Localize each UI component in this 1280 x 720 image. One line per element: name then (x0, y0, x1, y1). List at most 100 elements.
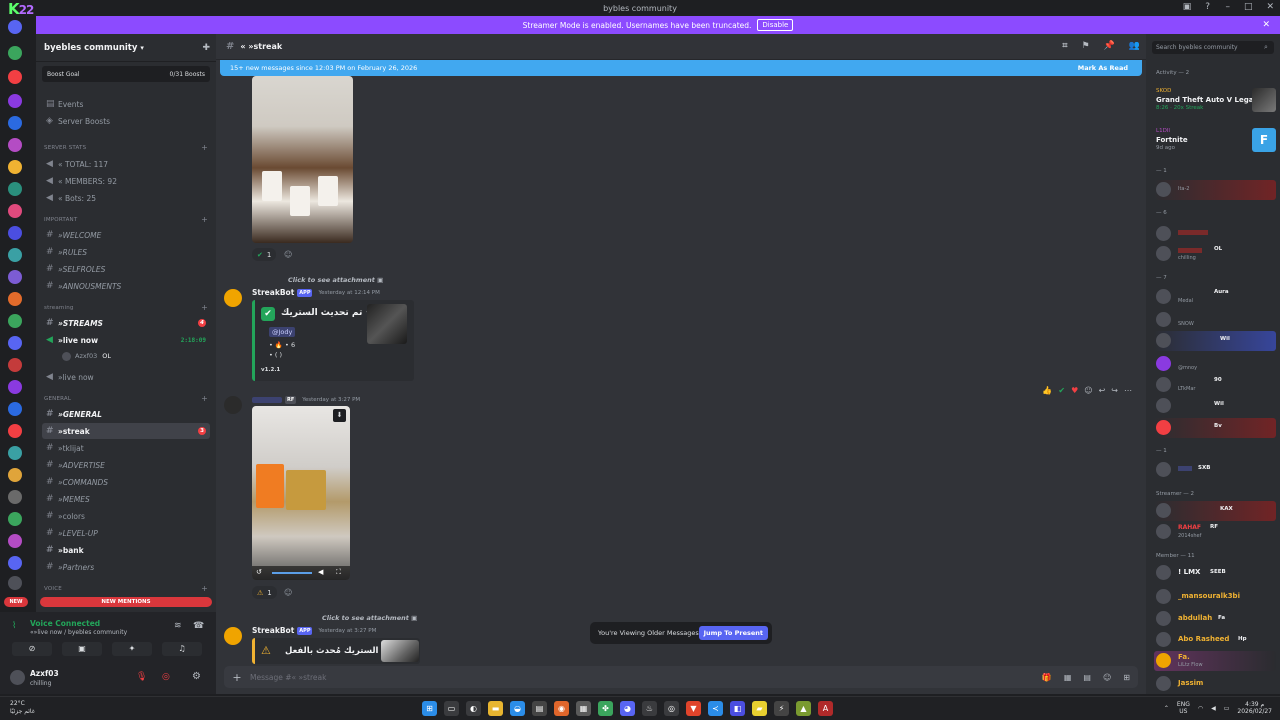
user-avatar[interactable] (10, 670, 25, 685)
disconnect-icon[interactable]: ☎ (193, 621, 204, 631)
app-icon[interactable]: ▦ (576, 701, 591, 716)
server-icon[interactable] (8, 446, 22, 460)
server-icon[interactable] (8, 424, 22, 438)
windows-start-icon[interactable]: ⊞ (422, 701, 437, 716)
server-icon[interactable] (8, 336, 22, 350)
embed-mention[interactable]: @Jody (269, 327, 296, 337)
user-name[interactable]: Azxf03 (30, 669, 59, 678)
channel-general[interactable]: # »GENERAL (42, 406, 210, 422)
sticker-icon[interactable]: ▤ (1083, 673, 1091, 682)
message-author[interactable]: StreakBot APP Yesterday at 3:27 PM (252, 626, 376, 635)
discord-icon[interactable]: ◕ (620, 701, 635, 716)
channel-stat[interactable]: ◀ « Bots: 25 (42, 190, 210, 206)
help-icon[interactable]: ? (1205, 2, 1210, 12)
reply-icon[interactable]: ↩ (1099, 386, 1106, 395)
server-icon[interactable] (8, 160, 22, 174)
volume-icon[interactable]: ◀ (318, 568, 323, 576)
search-input[interactable]: Search byebles community (1152, 41, 1274, 54)
server-icon[interactable] (8, 576, 22, 590)
check-reaction-icon[interactable]: ✔ (1058, 386, 1065, 395)
server-icon[interactable] (8, 556, 22, 570)
invite-icon[interactable]: ✚ (202, 43, 210, 53)
add-reaction-icon[interactable]: ☺ (284, 250, 292, 259)
app-icon[interactable]: ▲ (796, 701, 811, 716)
channel-memes[interactable]: # »MEMES (42, 491, 210, 507)
server-icon[interactable] (8, 46, 22, 60)
add-channel-icon[interactable]: + (201, 303, 208, 312)
video-progress[interactable] (272, 572, 312, 574)
server-icon[interactable] (8, 116, 22, 130)
member-row[interactable]: ! LMX SEEB (1154, 563, 1276, 583)
reply-preview[interactable]: Click to see attachment ▣ (288, 276, 383, 284)
add-channel-icon[interactable]: + (201, 215, 208, 224)
category-server-stats[interactable]: SERVER STATS + (44, 143, 208, 152)
vscode-icon[interactable]: ≺ (708, 701, 723, 716)
edge-icon[interactable]: ◒ (510, 701, 525, 716)
channel-commands[interactable]: # »COMMANDS (42, 474, 210, 490)
member-row[interactable]: SNOW (1154, 310, 1276, 330)
channel-selfroles[interactable]: # »SELFROLES (42, 261, 210, 277)
channel-annousments[interactable]: # »ANNOUSMENTS (42, 278, 210, 294)
channel-level-up[interactable]: # »LEVEL-UP (42, 525, 210, 541)
channel-stat[interactable]: ◀ « MEMBERS: 92 (42, 173, 210, 189)
maximize-icon[interactable]: □ (1244, 2, 1253, 12)
app-icon[interactable]: ⚡ (774, 701, 789, 716)
server-icon[interactable] (8, 292, 22, 306)
channel-streak[interactable]: # »streak 3 (42, 423, 210, 439)
folder-icon[interactable]: ▬ (488, 701, 503, 716)
member-row[interactable] (1154, 224, 1276, 244)
server-icon[interactable] (8, 490, 22, 504)
mute-icon[interactable]: 🎙 (136, 672, 147, 682)
minimize-icon[interactable]: – (1225, 2, 1230, 12)
server-icon[interactable] (8, 468, 22, 482)
close-window-icon[interactable]: ✕ (1266, 2, 1274, 12)
mark-as-read-button[interactable]: Mark As Read (1078, 64, 1128, 72)
add-reaction-icon[interactable]: ☺ (1084, 386, 1092, 395)
download-icon[interactable]: ⬇ (333, 409, 346, 422)
member-row[interactable]: Bv (1154, 418, 1276, 438)
member-row[interactable]: Ita-2 (1154, 180, 1276, 200)
threads-icon[interactable]: ⌗ (1062, 41, 1067, 51)
channel-welcome[interactable]: # »WELCOME (42, 227, 210, 243)
activity-card[interactable]: SKOD Grand Theft Auto V Lega… 8:26 · 20x… (1152, 86, 1276, 116)
member-row[interactable]: Fa. LiLtz Flow (1154, 651, 1276, 671)
message-author[interactable]: StreakBot APP Yesterday at 12:14 PM (252, 288, 380, 297)
member-row[interactable]: KAX (1154, 501, 1276, 521)
apps-icon[interactable]: ⊞ (1123, 673, 1130, 682)
screen-share-button[interactable]: ▣ (62, 642, 102, 656)
category-voice[interactable]: VOICE + (44, 584, 208, 593)
member-row[interactable]: _mansouralk3bi (1154, 587, 1276, 607)
sidebar-item-server-boosts[interactable]: ◈ Server Boosts (42, 113, 210, 129)
clock[interactable]: 4:39 م 2026/02/27 (1237, 701, 1272, 715)
noise-suppression-icon[interactable]: ≋ (174, 621, 182, 631)
streakbot-avatar[interactable] (224, 289, 242, 307)
app-icon[interactable]: ✤ (598, 701, 613, 716)
sidebar-item-events[interactable]: ▤ Events (42, 96, 210, 112)
server-icon[interactable] (8, 94, 22, 108)
close-banner-icon[interactable]: ✕ (1262, 20, 1270, 30)
reaction-warning[interactable]: ⚠ 1 (252, 586, 277, 599)
voice-user[interactable]: Azxf03 OL (42, 348, 210, 364)
channel-tklijat[interactable]: # »tklijat (42, 440, 210, 456)
app-icon[interactable]: ◐ (466, 701, 481, 716)
boost-goal[interactable]: Boost Goal 0/31 Boosts (42, 66, 210, 82)
jump-to-present-button[interactable]: Jump To Present (698, 626, 768, 640)
more-icon[interactable]: ⋯ (1124, 386, 1132, 395)
new-messages-bar[interactable]: 15+ new messages since 12:03 PM on Febru… (220, 60, 1142, 76)
streakbot-avatar[interactable] (224, 627, 242, 645)
server-icon[interactable] (8, 204, 22, 218)
category-general[interactable]: GENERAL + (44, 394, 208, 403)
app-icon[interactable]: ♨ (642, 701, 657, 716)
wifi-icon[interactable]: ◠ (1198, 705, 1203, 712)
message-composer[interactable]: + Message #« »streak 🎁 ▦ ▤ ☺ ⊞ (224, 666, 1138, 688)
firefox-icon[interactable]: ◉ (554, 701, 569, 716)
server-icon[interactable] (8, 358, 22, 372)
gear-icon[interactable]: ⚙ (192, 671, 201, 682)
voice-channel[interactable]: «»live now / byebles community (30, 629, 127, 636)
member-row[interactable]: Wil (1154, 396, 1276, 416)
activity-card[interactable]: L1DII Fortnite 9d ago F (1152, 126, 1276, 156)
member-row[interactable]: OL chilling (1154, 244, 1276, 264)
add-channel-icon[interactable]: + (201, 394, 208, 403)
brave-icon[interactable]: ▼ (686, 701, 701, 716)
taskview-icon[interactable]: ▭ (444, 701, 459, 716)
